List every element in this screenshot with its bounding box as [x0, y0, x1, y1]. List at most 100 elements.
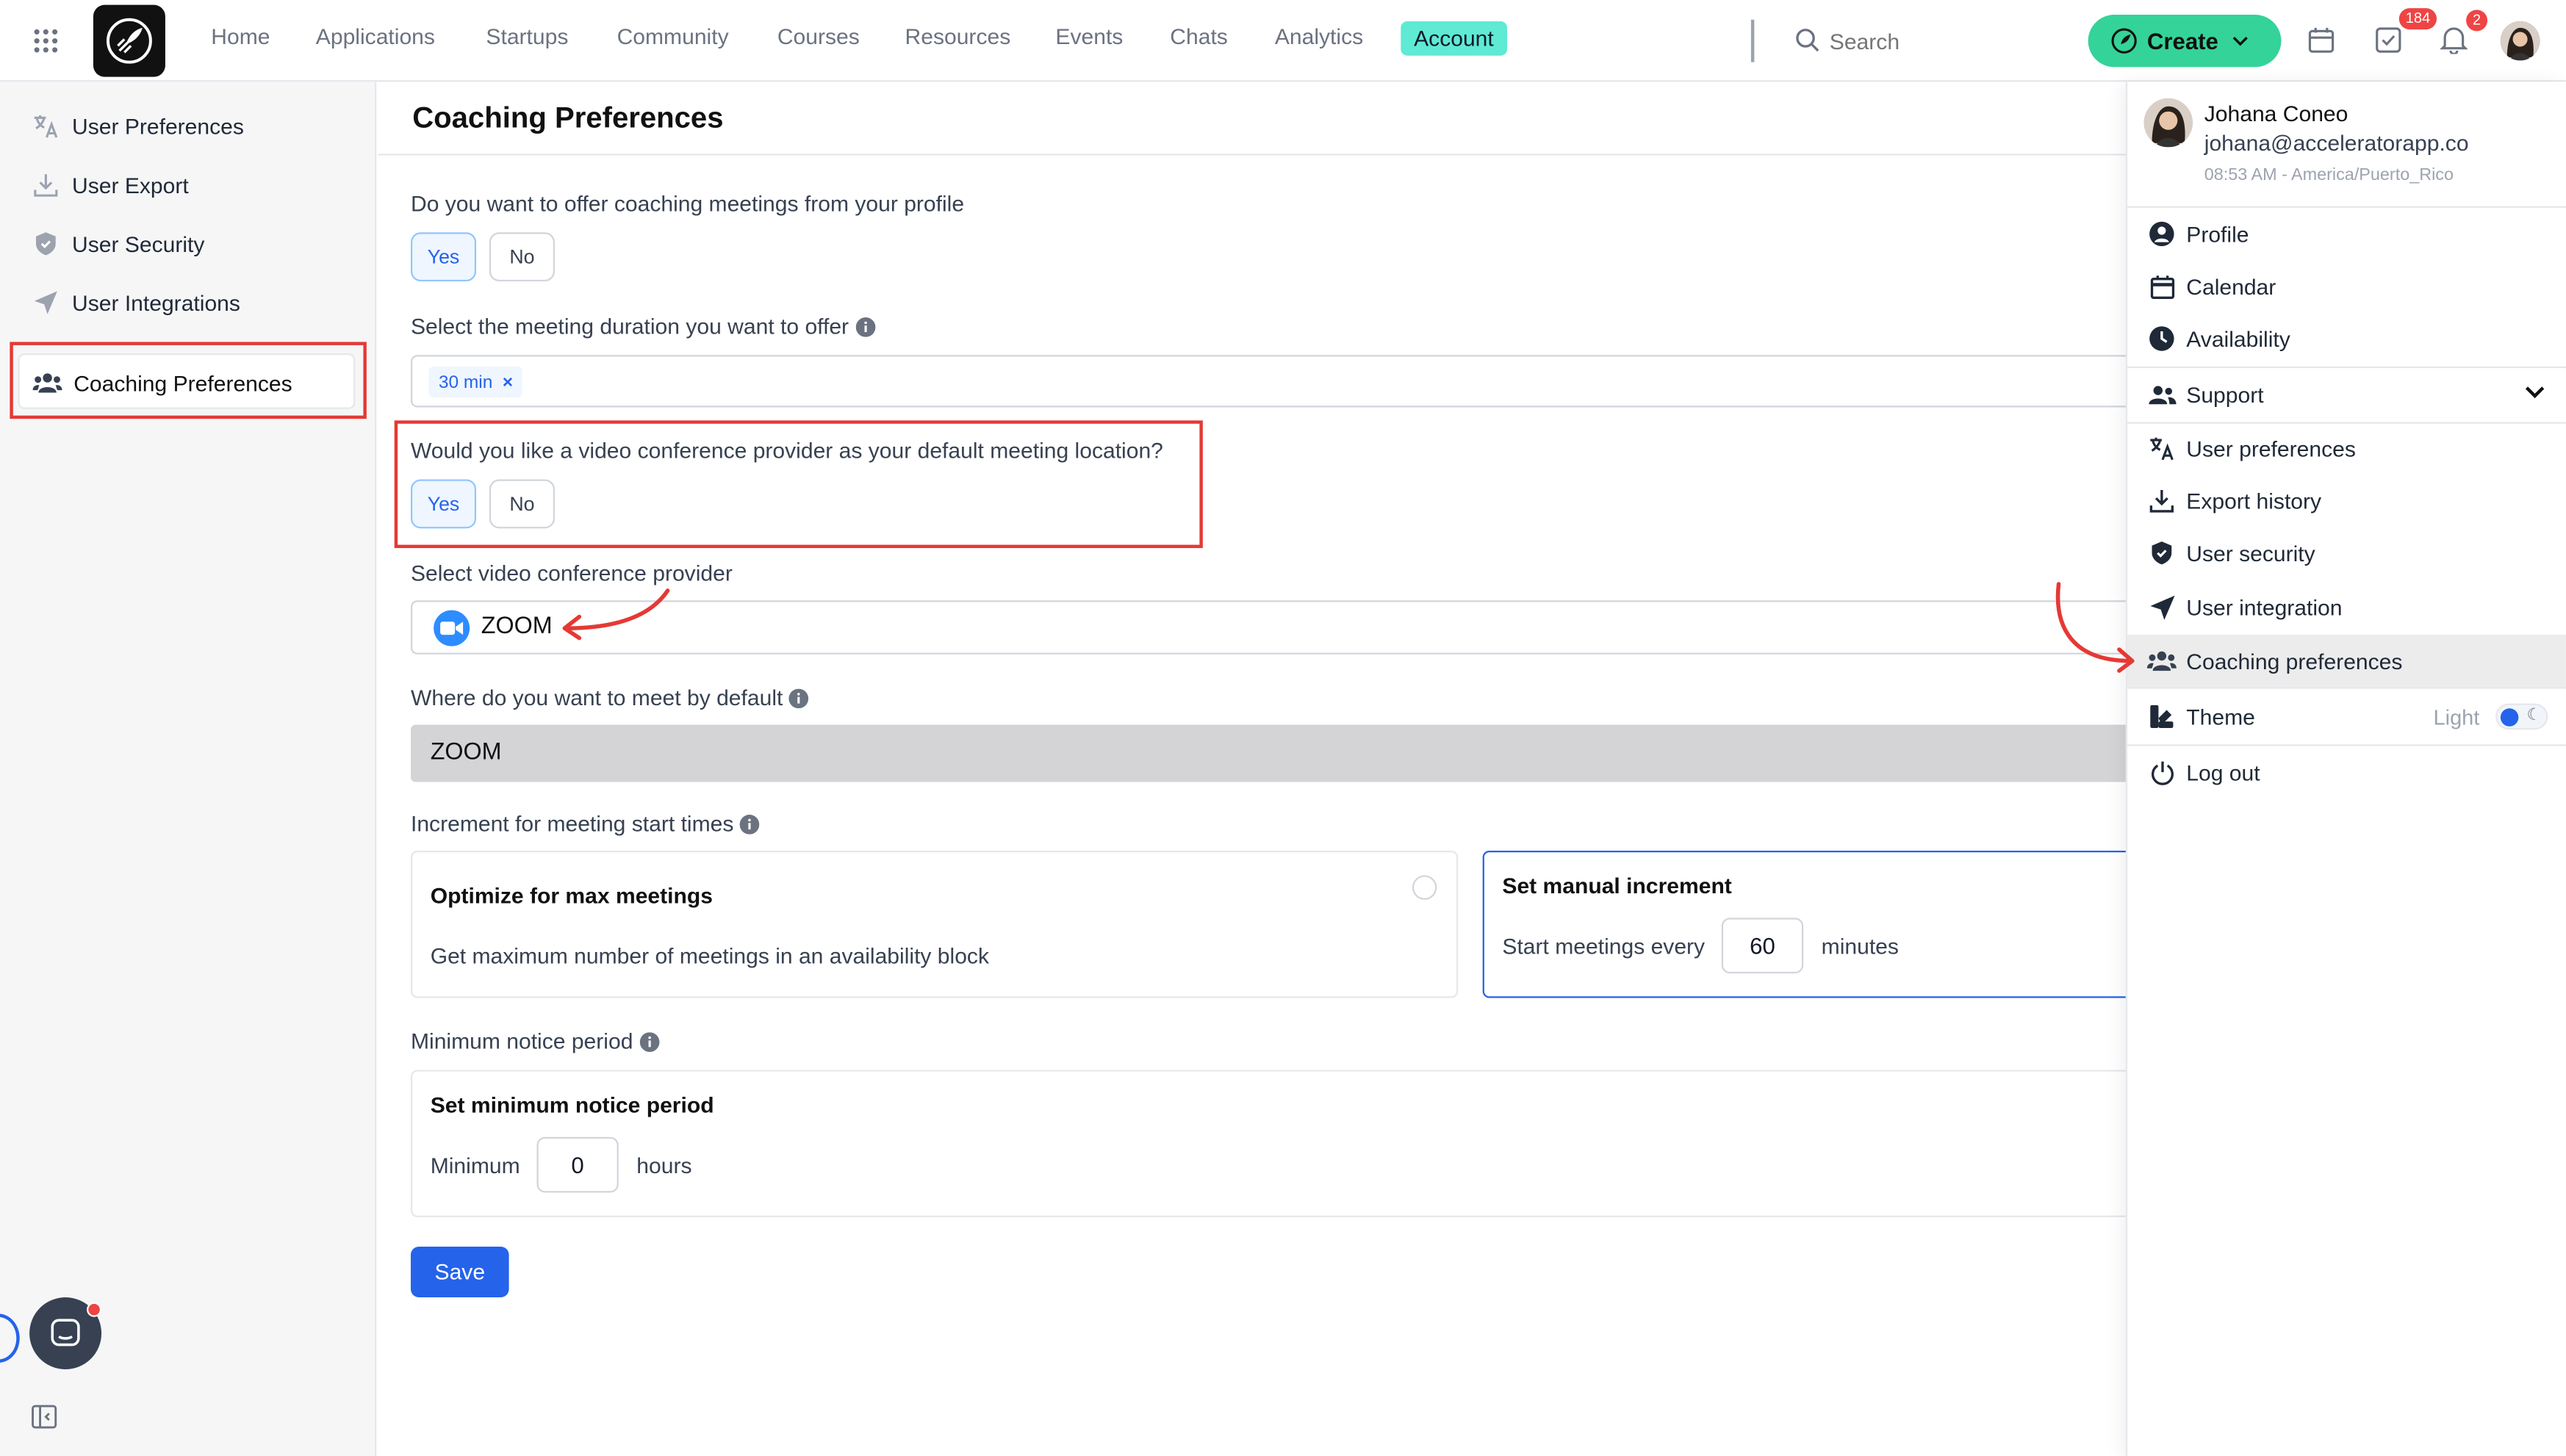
- sidebar-item-user-integrations[interactable]: User Integrations: [29, 286, 240, 320]
- create-button[interactable]: Create: [2088, 15, 2282, 68]
- sidebar-item-label: User Security: [71, 231, 205, 256]
- menu-item-label: User preferences: [2186, 436, 2356, 461]
- manual-increment-card[interactable]: Set manual increment Start meetings ever…: [1482, 851, 2146, 998]
- profile-dropdown-menu: Johana Coneo johana@acceleratorapp.co 08…: [2125, 82, 2566, 1456]
- menu-item-coaching-preferences[interactable]: Coaching preferences: [2127, 635, 2566, 688]
- search-input[interactable]: [1829, 21, 2059, 61]
- dropdown-avatar: [2143, 98, 2193, 148]
- nav-resources[interactable]: Resources: [905, 24, 1011, 48]
- info-icon[interactable]: [789, 688, 810, 708]
- nav-startups[interactable]: Startups: [486, 24, 568, 48]
- meet-location-field: ZOOM: [410, 724, 2146, 782]
- create-button-label: Create: [2146, 27, 2218, 54]
- offer-yes-button[interactable]: Yes: [410, 232, 477, 282]
- optimize-option-card[interactable]: Optimize for max meetings Get maximum nu…: [410, 851, 1459, 998]
- nav-home[interactable]: Home: [211, 24, 270, 48]
- support-label: Support: [2186, 382, 2264, 407]
- menu-item-profile[interactable]: Profile: [2147, 216, 2249, 252]
- info-icon[interactable]: [855, 316, 875, 336]
- download-icon: [2147, 486, 2177, 515]
- power-icon: [2147, 757, 2177, 787]
- nav-courses[interactable]: Courses: [777, 24, 860, 48]
- menu-item-user-security[interactable]: User security: [2147, 535, 2315, 571]
- video-no-button[interactable]: No: [489, 479, 555, 529]
- duration-label-row: Select the meeting duration you want to …: [411, 314, 875, 339]
- menu-item-user-integration[interactable]: User integration: [2147, 589, 2343, 625]
- theme-toggle[interactable]: ☾: [2495, 703, 2548, 730]
- users-icon: [2146, 646, 2177, 676]
- nav-community[interactable]: Community: [617, 24, 729, 48]
- menu-item-log-out[interactable]: Log out: [2147, 754, 2260, 790]
- app-logo[interactable]: [93, 4, 165, 77]
- notice-label-row: Minimum notice period: [411, 1029, 660, 1053]
- manual-suffix: minutes: [1821, 934, 1899, 959]
- nav-events[interactable]: Events: [1055, 24, 1123, 48]
- menu-item-export-history[interactable]: Export history: [2147, 483, 2321, 519]
- sidebar-item-user-preferences[interactable]: User Preferences: [29, 109, 244, 143]
- sidebar-item-label: User Integrations: [71, 290, 240, 315]
- sidebar-item-label: User Export: [71, 172, 189, 198]
- video-yes-button[interactable]: Yes: [410, 479, 477, 529]
- sidebar-item-coaching-preferences[interactable]: Coaching Preferences: [18, 353, 356, 409]
- chevron-down-icon: [2525, 386, 2545, 400]
- translate-icon: [29, 109, 62, 143]
- bell-icon[interactable]: [2440, 24, 2468, 54]
- optimize-title: Optimize for max meetings: [430, 883, 713, 908]
- optimize-radio[interactable]: [1412, 875, 1437, 900]
- menu-item-user-preferences[interactable]: User preferences: [2147, 430, 2356, 466]
- offer-no-button[interactable]: No: [489, 232, 555, 282]
- user-circle-icon: [2147, 219, 2177, 248]
- clock-icon: [2147, 324, 2177, 353]
- palette-icon: [2147, 702, 2177, 731]
- duration-label: Select the meeting duration you want to …: [410, 314, 849, 339]
- avatar[interactable]: [2500, 21, 2540, 61]
- nav-account[interactable]: Account: [1401, 21, 1507, 56]
- help-launcher[interactable]: [0, 1313, 20, 1363]
- zoom-icon: [434, 610, 470, 646]
- notifications-badge: 2: [2466, 10, 2488, 32]
- increment-label-row: Increment for meeting start times: [411, 812, 761, 836]
- save-button[interactable]: Save: [410, 1246, 509, 1298]
- duration-multiselect[interactable]: 30 min ×: [410, 355, 2146, 408]
- notice-hours-input[interactable]: 0: [536, 1136, 619, 1193]
- download-icon: [29, 168, 62, 201]
- menu-item-theme[interactable]: Theme: [2147, 699, 2548, 735]
- dropdown-user-time: 08:53 AM - America/Puerto_Rico: [2204, 165, 2454, 185]
- increment-minutes-input[interactable]: 60: [1721, 918, 1804, 974]
- info-icon[interactable]: [639, 1031, 660, 1051]
- tasks-badge: 184: [2398, 8, 2437, 30]
- meet-label: Where do you want to meet by default: [410, 685, 783, 710]
- translate-icon: [2147, 433, 2177, 463]
- chat-unread-dot: [87, 1302, 102, 1317]
- nav-analytics[interactable]: Analytics: [1275, 24, 1363, 48]
- top-navigation-bar: Home Applications Startups Community Cou…: [0, 0, 2566, 82]
- provider-value: ZOOM: [481, 613, 553, 640]
- menu-item-calendar[interactable]: Calendar: [2147, 268, 2276, 304]
- chevron-down-icon: [2232, 33, 2248, 49]
- menu-item-label: Calendar: [2186, 274, 2276, 299]
- send-icon: [29, 286, 62, 320]
- remove-tag-icon[interactable]: ×: [503, 372, 513, 392]
- manual-prefix: Start meetings every: [1502, 934, 1706, 959]
- notice-prefix: Minimum: [430, 1153, 520, 1178]
- dropdown-divider: [2127, 422, 2566, 424]
- menu-item-label: Log out: [2186, 760, 2260, 785]
- page-title: Coaching Preferences: [412, 101, 724, 134]
- calendar-icon[interactable]: [2307, 26, 2335, 54]
- duration-tag-label: 30 min: [438, 372, 493, 392]
- optimize-description: Get maximum number of meetings in an ava…: [430, 943, 990, 969]
- sidebar-item-user-security[interactable]: User Security: [29, 228, 204, 261]
- meet-label-row: Where do you want to meet by default: [410, 685, 810, 710]
- menu-support-toggle[interactable]: Support: [2147, 376, 2548, 412]
- menu-item-availability[interactable]: Availability: [2147, 320, 2290, 356]
- collapse-sidebar-icon[interactable]: [31, 1404, 57, 1430]
- menu-item-label: Availability: [2186, 326, 2290, 351]
- apps-grid-icon[interactable]: [33, 28, 60, 54]
- nav-applications[interactable]: Applications: [316, 24, 435, 48]
- sidebar-item-user-export[interactable]: User Export: [29, 168, 189, 201]
- menu-item-label: Coaching preferences: [2186, 649, 2403, 674]
- info-icon[interactable]: [740, 813, 761, 834]
- tasks-icon[interactable]: [2374, 26, 2402, 54]
- nav-chats[interactable]: Chats: [1170, 24, 1228, 48]
- menu-item-label: Export history: [2186, 488, 2322, 513]
